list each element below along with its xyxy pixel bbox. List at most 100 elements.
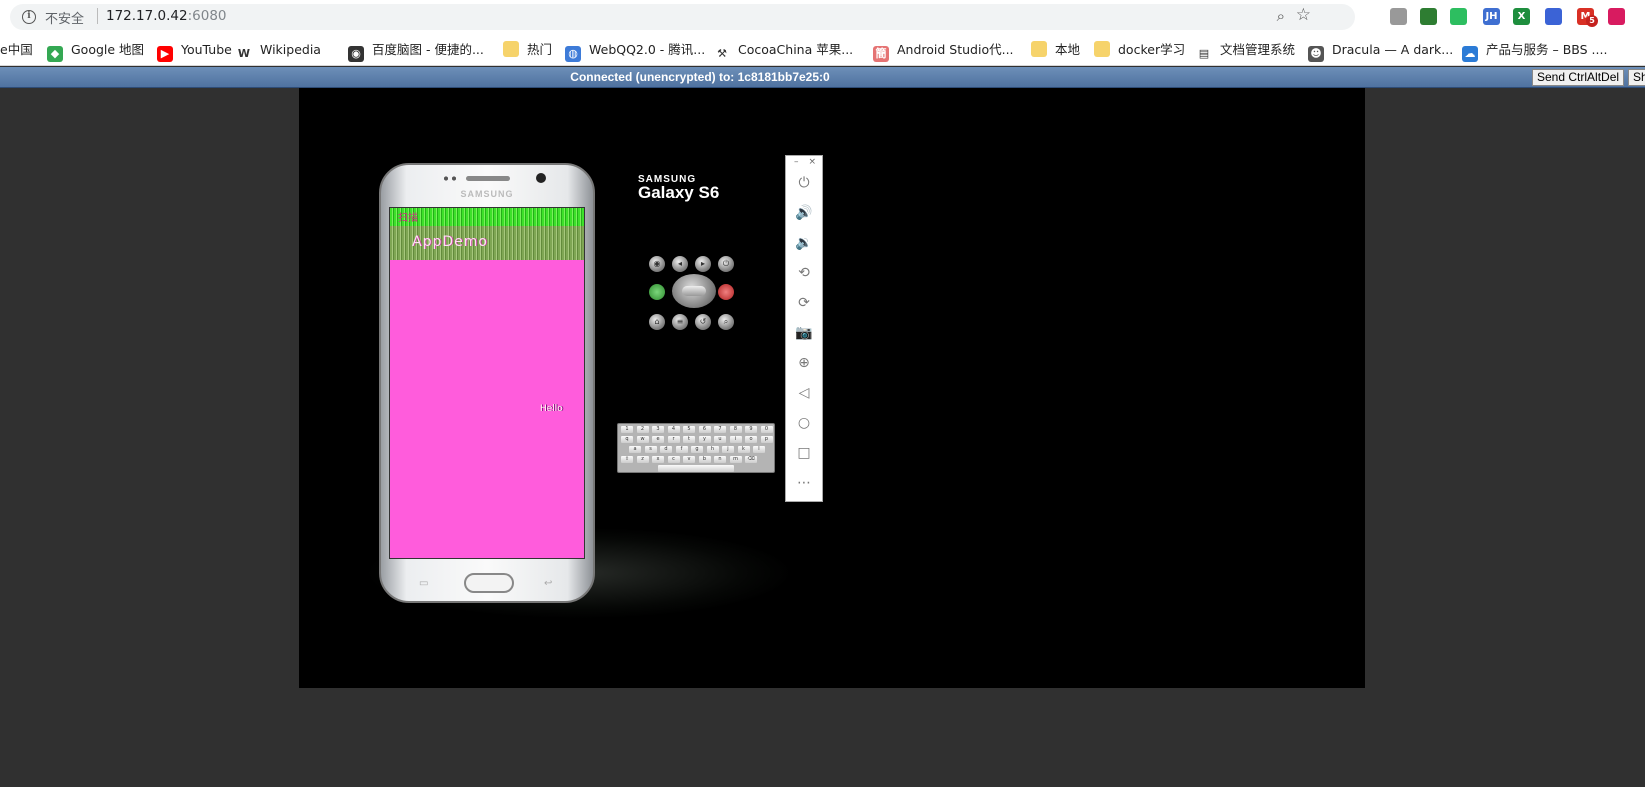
keyboard-key[interactable]: g bbox=[691, 446, 703, 453]
keyboard-key[interactable]: e bbox=[652, 436, 664, 443]
phone-home-button[interactable] bbox=[464, 573, 514, 593]
zoom-icon[interactable]: ⌕ bbox=[1277, 7, 1285, 25]
show-keys-button[interactable]: Sh bbox=[1628, 69, 1645, 86]
keyboard-key[interactable]: b bbox=[698, 456, 711, 463]
volume-down-icon[interactable]: 🔉 bbox=[786, 232, 822, 254]
keyboard-key[interactable]: 4 bbox=[667, 426, 680, 433]
keyboard-key[interactable]: k bbox=[737, 446, 750, 453]
bookmark-item[interactable]: e中国 bbox=[0, 41, 33, 59]
v-shield-icon[interactable] bbox=[1390, 8, 1407, 25]
zoom-icon[interactable]: ⊕ bbox=[786, 352, 822, 374]
end-call-key-icon[interactable] bbox=[718, 284, 734, 300]
rotate-right-icon[interactable]: ⟳ bbox=[786, 292, 822, 314]
bookmark-item[interactable]: ◍ WebQQ2.0 - 腾讯... bbox=[565, 41, 705, 62]
volume-down-key-icon[interactable]: ◂ bbox=[672, 256, 688, 272]
back-key-icon[interactable]: ↺ bbox=[695, 314, 711, 330]
phone-screen[interactable]: 扫描 AppDemo Hello bbox=[389, 207, 585, 559]
keyboard-key[interactable]: n bbox=[714, 456, 726, 463]
keyboard-key[interactable]: j bbox=[722, 446, 734, 453]
bookmark-item[interactable]: docker学习 bbox=[1094, 41, 1185, 59]
bookmark-item[interactable]: 热门 bbox=[503, 41, 552, 59]
keyboard-key[interactable]: o bbox=[745, 436, 757, 443]
keyboard-key[interactable]: i bbox=[729, 436, 742, 443]
keyboard-key[interactable]: 1 bbox=[621, 426, 633, 433]
omnibox[interactable]: i 不安全 172.17.0.42:6080 ⌕ ☆ bbox=[10, 4, 1355, 30]
bookmark-item[interactable]: ⚒ CocoaChina 苹果... bbox=[714, 41, 853, 62]
keyboard-key[interactable]: p bbox=[760, 436, 773, 443]
menu-key-icon[interactable]: ≡ bbox=[672, 314, 688, 330]
bookmark-item[interactable]: ◆ Google 地图 bbox=[47, 41, 144, 62]
volume-up-key-icon[interactable]: ▸ bbox=[695, 256, 711, 272]
keyboard-key[interactable]: t bbox=[683, 436, 695, 443]
bookmark-item[interactable]: ☻ Dracula — A dark... bbox=[1308, 41, 1453, 62]
jh-icon[interactable]: JH bbox=[1483, 8, 1500, 25]
dpad-center[interactable] bbox=[682, 286, 706, 296]
call-key-icon[interactable] bbox=[649, 284, 665, 300]
keyboard-key[interactable]: h bbox=[706, 446, 719, 453]
keyboard-key[interactable]: 6 bbox=[698, 426, 711, 433]
close-icon[interactable]: × bbox=[808, 157, 816, 167]
keyboard-key[interactable]: 3 bbox=[652, 426, 664, 433]
keyboard-key[interactable]: 7 bbox=[714, 426, 726, 433]
dpad[interactable] bbox=[672, 274, 716, 308]
bookmark-item[interactable]: ▶ YouTube bbox=[157, 41, 232, 62]
volume-up-icon[interactable]: 🔊 bbox=[786, 202, 822, 224]
keyboard-key[interactable]: l bbox=[753, 446, 765, 453]
bookmark-item[interactable]: 本地 bbox=[1031, 41, 1080, 59]
bookmark-item[interactable]: 簡 Android Studio代... bbox=[873, 41, 1014, 62]
keyboard-key[interactable]: z bbox=[636, 456, 649, 463]
excel-icon[interactable]: X bbox=[1513, 8, 1530, 25]
evernote-icon[interactable] bbox=[1450, 8, 1467, 25]
calendar-icon[interactable] bbox=[1545, 8, 1562, 25]
phone-back-key[interactable]: ▭ bbox=[419, 578, 428, 589]
keyboard-key[interactable]: v bbox=[683, 456, 695, 463]
keyboard-key[interactable]: m bbox=[729, 456, 742, 463]
bookmark-item[interactable]: ◉ 百度脑图 - 便捷的... bbox=[348, 41, 484, 62]
camera-key-icon[interactable]: ◉ bbox=[649, 256, 665, 272]
star-icon[interactable]: ☆ bbox=[1296, 5, 1311, 25]
keyboard-key[interactable]: 2 bbox=[636, 426, 649, 433]
gmail-icon[interactable]: M5 bbox=[1577, 8, 1598, 27]
home-icon[interactable]: ○ bbox=[786, 412, 822, 434]
emulator-keyboard[interactable]: 1 2 3 4 5 6 7 8 9 0 q w e r t y u i o p a s d f g h j k l ⇧ z x c v b n m ⌫ bbox=[617, 423, 775, 473]
more-icon[interactable]: ⋯ bbox=[786, 472, 822, 494]
keyboard-key[interactable]: d bbox=[660, 446, 672, 453]
camera-icon[interactable]: 📷 bbox=[786, 322, 822, 344]
rotate-left-icon[interactable]: ⟲ bbox=[786, 262, 822, 284]
bird-icon[interactable] bbox=[1608, 8, 1625, 25]
info-icon[interactable]: i bbox=[22, 10, 36, 24]
keyboard-key[interactable]: 9 bbox=[745, 426, 757, 433]
keyboard-key[interactable]: ⌫ bbox=[745, 456, 757, 463]
back-icon[interactable]: ◁ bbox=[786, 382, 822, 404]
keyboard-key[interactable]: r bbox=[667, 436, 680, 443]
keyboard-key[interactable]: u bbox=[714, 436, 726, 443]
send-ctrl-alt-del-button[interactable]: Send CtrlAltDel bbox=[1532, 69, 1624, 86]
keyboard-key[interactable]: x bbox=[652, 456, 664, 463]
globe-icon[interactable] bbox=[1420, 8, 1437, 25]
keyboard-spacebar[interactable] bbox=[658, 465, 734, 472]
keyboard-key[interactable]: a bbox=[629, 446, 641, 453]
phone-recent-key[interactable]: ↩ bbox=[544, 578, 552, 589]
keyboard-key[interactable]: q bbox=[621, 436, 633, 443]
url-text[interactable]: 172.17.0.42:6080 bbox=[106, 8, 227, 24]
bookmark-item[interactable]: ☁ 产品与服务 – BBS .... bbox=[1462, 41, 1607, 62]
power-icon[interactable]: ⏻ bbox=[786, 172, 822, 194]
bookmark-item[interactable]: ▤ 文档管理系统 bbox=[1196, 41, 1295, 62]
keyboard-key[interactable]: w bbox=[636, 436, 649, 443]
minimize-icon[interactable]: – bbox=[794, 157, 799, 167]
keyboard-key[interactable]: 0 bbox=[760, 426, 773, 433]
keyboard-key[interactable]: 5 bbox=[683, 426, 695, 433]
security-label[interactable]: 不安全 bbox=[45, 8, 84, 27]
keyboard-key[interactable]: ⇧ bbox=[621, 456, 633, 463]
keyboard-key[interactable]: 8 bbox=[729, 426, 742, 433]
remote-screen[interactable]: SAMSUNG 扫描 AppDemo Hello ▭ ↩ SAMSUNG Gal… bbox=[299, 88, 1365, 688]
keyboard-key[interactable]: y bbox=[698, 436, 711, 443]
keyboard-key[interactable]: f bbox=[675, 446, 688, 453]
home-key-icon[interactable]: ⌂ bbox=[649, 314, 665, 330]
keyboard-key[interactable]: c bbox=[667, 456, 680, 463]
power-key-icon[interactable]: ⏻ bbox=[718, 256, 734, 272]
search-key-icon[interactable]: ⌕ bbox=[718, 314, 734, 330]
keyboard-key[interactable]: s bbox=[644, 446, 657, 453]
overview-icon[interactable]: □ bbox=[786, 442, 822, 464]
bookmark-item[interactable]: W Wikipedia bbox=[236, 41, 321, 62]
